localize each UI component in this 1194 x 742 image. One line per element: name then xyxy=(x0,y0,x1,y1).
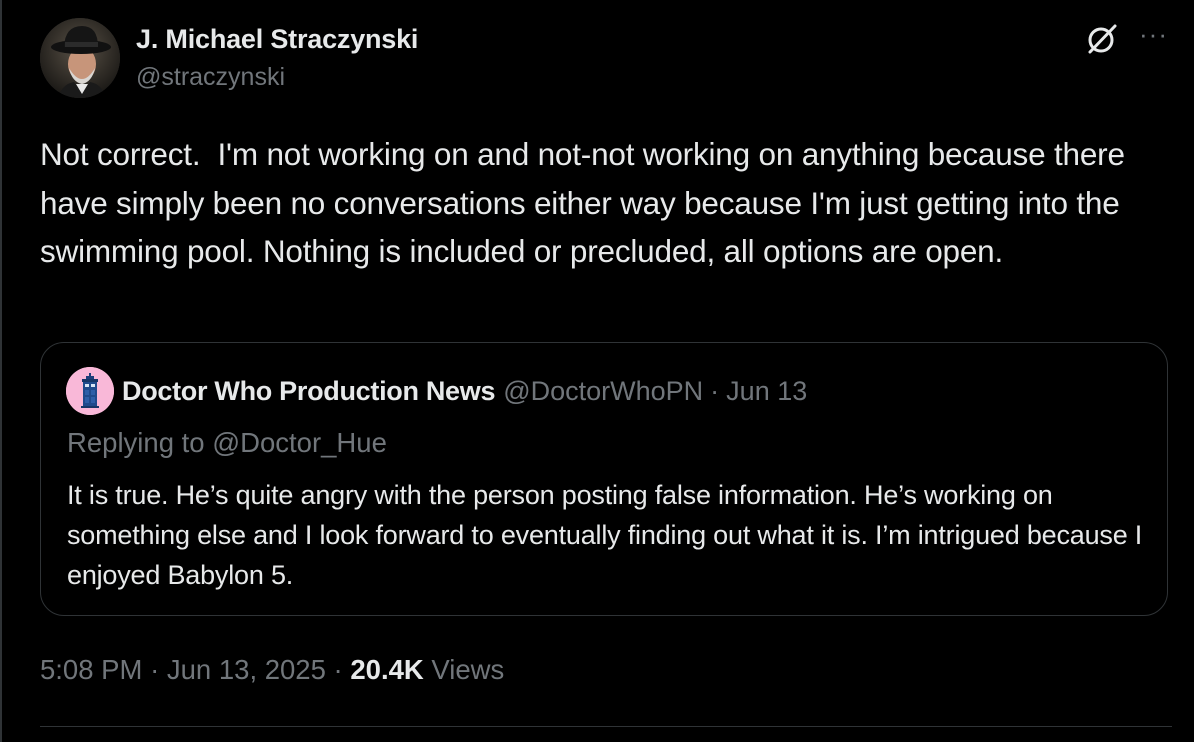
grok-slash-circle-icon[interactable] xyxy=(1085,22,1119,56)
timeline-left-border xyxy=(0,0,2,742)
tweet-header: J. Michael Straczynski @straczynski ··· xyxy=(40,16,1172,100)
quoted-display-name[interactable]: Doctor Who Production News xyxy=(122,376,496,407)
profile-photo-avatar xyxy=(40,18,120,98)
quoted-date[interactable]: Jun 13 xyxy=(726,376,807,407)
views-label: Views xyxy=(431,654,505,685)
tardis-icon xyxy=(66,367,114,415)
views-count[interactable]: 20.4K xyxy=(350,654,423,685)
meta-separator: · xyxy=(333,654,343,685)
tweet-metadata: 5:08 PM · Jun 13, 2025 · 20.4K Views xyxy=(40,654,504,686)
tweet-date[interactable]: Jun 13, 2025 xyxy=(167,654,326,685)
meta-separator: · xyxy=(150,654,160,685)
author-avatar[interactable] xyxy=(40,18,120,98)
replying-to-line[interactable]: Replying to @Doctor_Hue xyxy=(67,427,387,459)
author-handle[interactable]: @straczynski xyxy=(136,60,418,94)
more-options-icon[interactable]: ··· xyxy=(1139,21,1168,47)
quoted-handle[interactable]: @DoctorWhoPN xyxy=(503,376,703,407)
tweet[interactable]: J. Michael Straczynski @straczynski ··· … xyxy=(40,16,1172,276)
quoted-tweet[interactable]: Doctor Who Production News @DoctorWhoPN … xyxy=(40,342,1168,616)
quoted-tweet-text: It is true. He’s quite angry with the pe… xyxy=(67,480,1143,590)
author-display-name[interactable]: J. Michael Straczynski xyxy=(136,22,418,56)
quoted-avatar[interactable] xyxy=(66,367,114,415)
divider xyxy=(40,726,1172,727)
tweet-text: Not correct. I'm not working on and not-… xyxy=(40,136,1134,269)
tweet-time[interactable]: 5:08 PM xyxy=(40,654,142,685)
quoted-separator: · xyxy=(710,375,720,406)
